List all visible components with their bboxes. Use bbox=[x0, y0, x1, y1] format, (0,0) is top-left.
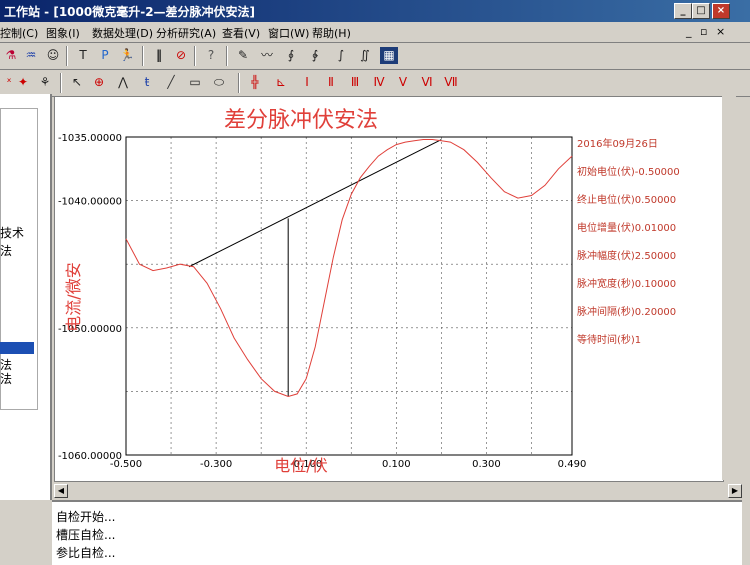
pen-icon[interactable]: ✎ bbox=[234, 47, 252, 64]
dpv-icon[interactable]: Ⅲ bbox=[346, 74, 364, 91]
tafel-icon[interactable]: Ⅰ bbox=[298, 74, 316, 91]
toolbar-graph: ˣ ✦ ⚘ ↖ ⊕ ⋀ ŧ ╱ ▭ ⬭ ╬ ⊾ Ⅰ Ⅱ Ⅲ Ⅳ Ⅴ Ⅵ Ⅶ bbox=[0, 70, 750, 97]
stop-icon[interactable]: ⊘ bbox=[172, 47, 190, 64]
menu-bar: 控制(C) 图象(I) 数据处理(D) 分析研究(A) 查看(V) 窗口(W) … bbox=[0, 22, 750, 43]
parameter-text: 等待时间(秒)1 bbox=[577, 333, 641, 346]
ellipse-tool-icon[interactable]: ⬭ bbox=[210, 74, 228, 91]
toolbar-separator bbox=[238, 73, 240, 93]
toolbar-main: ⚗ ♒ ☺ T P 🏃 ‖ ⊘ ? ✎ 〰 ∮ ∲ ∫ ∬ ▦ bbox=[0, 43, 750, 70]
parameter-list: 2016年09月26日初始电位(伏)-0.50000 终止电位(伏)0.50000… bbox=[577, 137, 680, 346]
chart-title: 差分脉冲伏安法 bbox=[224, 108, 378, 133]
log-line: 参比自检... bbox=[56, 546, 116, 560]
flag-icon[interactable]: P bbox=[96, 47, 114, 64]
menu-view[interactable]: 查看(V) bbox=[222, 25, 260, 41]
parameter-text: 初始电位(伏)-0.50000 bbox=[577, 165, 680, 178]
lsv-icon[interactable]: Ⅱ bbox=[322, 74, 340, 91]
flask-icon[interactable]: ⚗ bbox=[2, 47, 20, 64]
left-panel: 技术 法 法 法 bbox=[0, 94, 52, 500]
parameter-text: 脉冲幅度(伏)2.50000 bbox=[577, 249, 676, 262]
ep-icon[interactable]: Ⅳ bbox=[370, 74, 388, 91]
menu-analysis[interactable]: 分析研究(A) bbox=[156, 25, 216, 41]
mdi-close-button[interactable]: × bbox=[716, 25, 725, 38]
cv-icon[interactable]: ⊾ bbox=[272, 74, 290, 91]
line-tool-icon[interactable]: ╱ bbox=[162, 74, 180, 91]
y-axis-label: 电流/微安 bbox=[64, 262, 83, 331]
rectangle-tool-icon[interactable]: ▭ bbox=[186, 74, 204, 91]
series-line bbox=[125, 139, 573, 398]
axis-icon[interactable]: ╬ bbox=[246, 74, 264, 91]
maximize-button[interactable]: □ bbox=[692, 3, 710, 19]
half-integral-icon[interactable]: ∬ bbox=[356, 47, 374, 64]
menu-control[interactable]: 控制(C) bbox=[0, 25, 38, 41]
log-line: 槽压自检... bbox=[56, 528, 116, 542]
x-axis: -0.500 -0.300 -0.100 0.100 0.300 0.490 bbox=[110, 459, 586, 470]
x-axis-label: 电位/伏 bbox=[274, 456, 327, 475]
peak-marker-icon[interactable]: ⚘ bbox=[36, 74, 54, 91]
zoom-icon[interactable]: ⊕ bbox=[90, 74, 108, 91]
title-bar: 工作站 - [1000微克毫升-2—差分脉冲伏安法] _ □ × bbox=[0, 0, 750, 22]
baseline-line bbox=[188, 139, 442, 268]
log-panel: 自检开始... 槽压自检... 参比自检... bbox=[52, 500, 742, 565]
parameter-text: 2016年09月26日 bbox=[577, 137, 658, 150]
parameter-text: 脉冲宽度(秒)0.10000 bbox=[577, 277, 676, 290]
menu-image[interactable]: 图象(I) bbox=[46, 25, 80, 41]
toolbar-separator bbox=[60, 73, 62, 93]
mask-icon[interactable]: ☺ bbox=[44, 47, 62, 64]
run-icon[interactable]: 🏃 bbox=[118, 47, 136, 64]
scroll-right-button[interactable]: ▶ bbox=[728, 484, 742, 498]
chart-svg: 差分脉冲伏安法 -1035.00000-1040.00000-1050.0000… bbox=[58, 108, 680, 475]
toolbar-separator bbox=[142, 46, 144, 66]
plot-window: 差分脉冲伏安法 -1035.00000 -1040.00000 -1050.0000… bbox=[54, 96, 724, 482]
plus-cursor-icon[interactable]: ✦ bbox=[14, 74, 32, 91]
close-button[interactable]: × bbox=[712, 3, 730, 19]
help-icon[interactable]: ? bbox=[202, 47, 220, 64]
peak-tool-icon[interactable]: ⋀ bbox=[114, 74, 132, 91]
vertical-scrollbar[interactable] bbox=[722, 96, 736, 480]
mdi-minimize-button[interactable]: _ bbox=[686, 25, 692, 38]
technique-item[interactable]: 法 bbox=[0, 370, 12, 387]
chart-grid bbox=[126, 137, 572, 455]
y-tick-label: -1040.00000 bbox=[58, 197, 122, 208]
x-tick-label: 0.300 bbox=[472, 459, 501, 470]
scroll-left-button[interactable]: ◀ bbox=[54, 484, 68, 498]
technique-label: 法 bbox=[0, 244, 13, 258]
qt-icon[interactable]: Ⅶ bbox=[442, 74, 460, 91]
smooth-icon[interactable]: 〰 bbox=[258, 47, 276, 64]
text-insert-icon[interactable]: ŧ bbox=[138, 74, 156, 91]
it-icon[interactable]: Ⅴ bbox=[394, 74, 412, 91]
x-tick-label: 0.100 bbox=[382, 459, 411, 470]
x-tick-label: -0.500 bbox=[110, 459, 142, 470]
chart-tool-icon[interactable]: ♒ bbox=[22, 47, 40, 64]
pause-icon[interactable]: ‖ bbox=[150, 47, 168, 64]
parameter-text: 终止电位(伏)0.50000 bbox=[577, 193, 676, 206]
calculator-icon[interactable]: ▦ bbox=[380, 47, 398, 64]
toolbar-separator bbox=[66, 46, 68, 66]
technique-label: 技术 bbox=[0, 226, 25, 240]
integral-icon[interactable]: ∫ bbox=[332, 47, 350, 64]
select-arrow-icon[interactable]: ↖ bbox=[68, 74, 86, 91]
half-derivative-icon[interactable]: ∲ bbox=[306, 47, 324, 64]
parameter-text: 脉冲间隔(秒)0.20000 bbox=[577, 305, 676, 318]
parameter-text: 电位增量(伏)0.01000 bbox=[577, 221, 676, 234]
toolbar-separator bbox=[194, 46, 196, 66]
minimize-button[interactable]: _ bbox=[674, 3, 692, 19]
derivative-icon[interactable]: ∮ bbox=[282, 47, 300, 64]
mdi-restore-button[interactable]: ▫ bbox=[700, 25, 707, 38]
menu-window[interactable]: 窗口(W) bbox=[268, 25, 309, 41]
x-tick-label: 0.490 bbox=[558, 459, 587, 470]
chrono-icon[interactable]: Ⅵ bbox=[418, 74, 436, 91]
window-title: 工作站 - [1000微克毫升-2—差分脉冲伏安法] bbox=[4, 5, 256, 19]
toolbar-separator bbox=[226, 46, 228, 66]
plot-frame bbox=[125, 136, 573, 456]
selected-technique[interactable] bbox=[0, 342, 34, 354]
log-line: 自检开始... bbox=[56, 510, 116, 524]
menu-help[interactable]: 帮助(H) bbox=[312, 25, 351, 41]
text-tool-icon[interactable]: T bbox=[74, 47, 92, 64]
horizontal-scrollbar[interactable]: ◀ ▶ bbox=[54, 484, 744, 498]
x-tick-label: -0.300 bbox=[200, 459, 232, 470]
y-tick-label: -1035.00000 bbox=[58, 133, 122, 144]
menu-data-processing[interactable]: 数据处理(D) bbox=[92, 25, 153, 41]
